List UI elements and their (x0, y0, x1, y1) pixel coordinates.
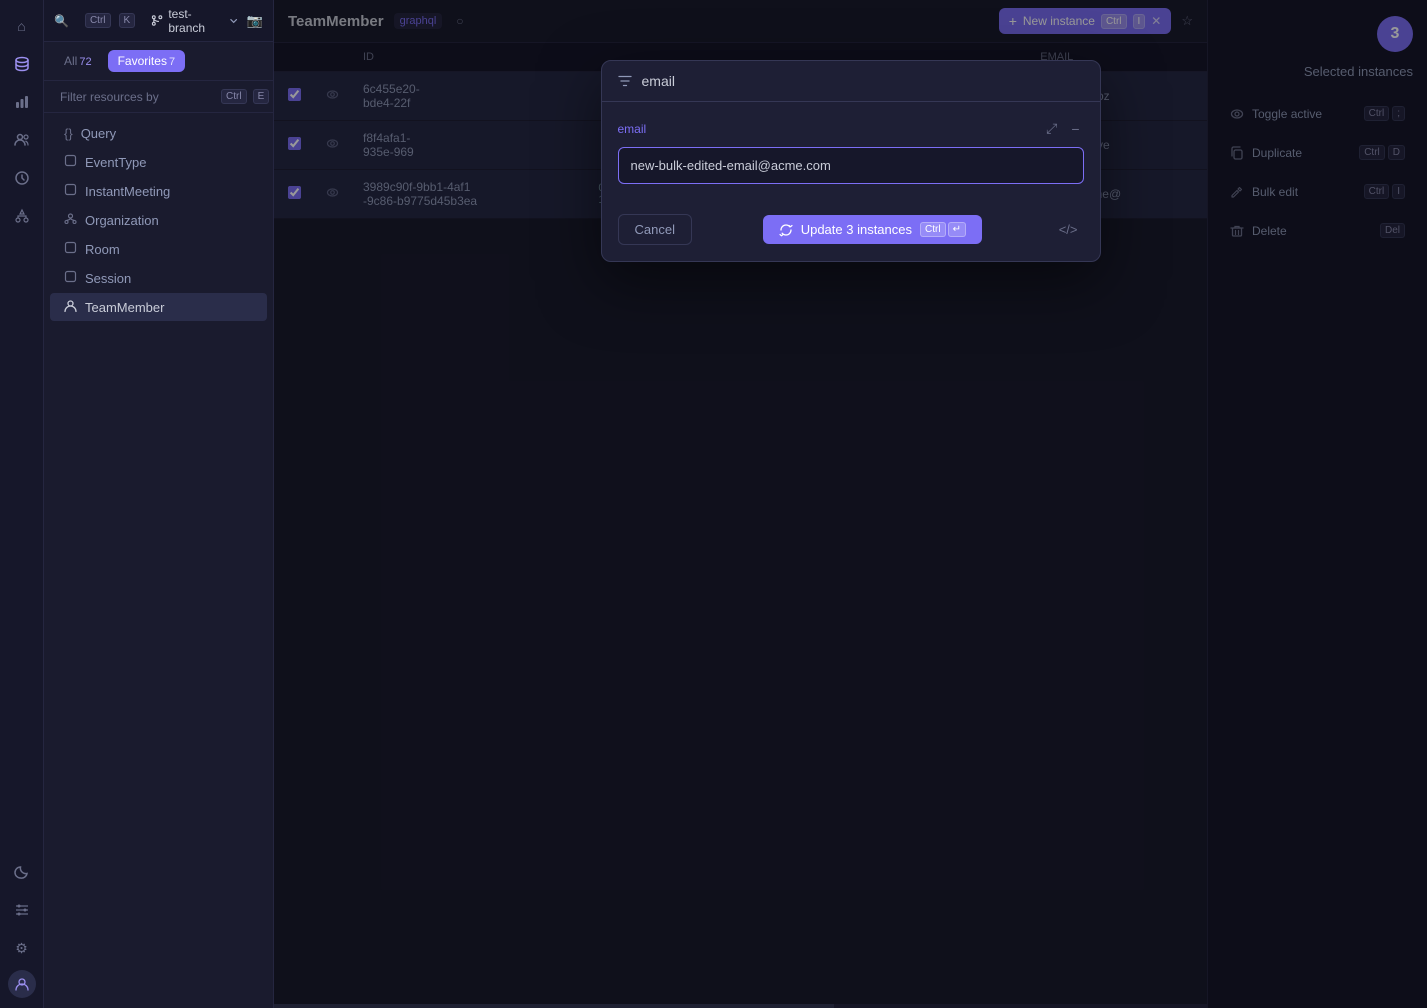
nav-item-instantmeeting[interactable]: InstantMeeting (50, 177, 267, 205)
update-button[interactable]: Update 3 instances Ctrl ↵ (763, 215, 982, 244)
email-field-input[interactable] (618, 147, 1084, 184)
nav-item-label: TeamMember (85, 300, 164, 315)
chevron-down-icon (229, 16, 238, 26)
home-icon[interactable]: ⌂ (6, 10, 38, 42)
modal-footer: Cancel Update 3 instances Ctrl ↵ </> (602, 214, 1100, 261)
git-branch-icon (151, 14, 163, 27)
sidebar-icon-panel: ⌂ (0, 0, 44, 1008)
search-kbd-ctrl: Ctrl (85, 13, 111, 28)
night-mode-icon[interactable] (6, 856, 38, 888)
tab-all[interactable]: All72 (54, 50, 102, 72)
instantmeeting-icon (64, 183, 77, 199)
nav-item-teammember[interactable]: TeamMember (50, 293, 267, 321)
nav-item-query[interactable]: {} Query (50, 120, 267, 147)
update-label: Update 3 instances (801, 222, 912, 237)
user-avatar[interactable] (8, 970, 36, 998)
room-icon (64, 241, 77, 257)
branch-name: test-branch (168, 7, 224, 35)
update-kbd-combo: Ctrl ↵ (920, 222, 966, 237)
settings-icon[interactable]: ⚙ (6, 932, 38, 964)
session-icon (64, 270, 77, 286)
filter-kbd-key: E (253, 89, 270, 104)
nav-item-label: Session (85, 271, 131, 286)
camera-icon[interactable]: 📷 (247, 13, 263, 29)
nav-items: {} Query EventType InstantMeeting (44, 113, 273, 1008)
deploy-icon[interactable] (6, 200, 38, 232)
code-button[interactable]: </> (1053, 216, 1084, 243)
database-icon[interactable] (6, 48, 38, 80)
filter-icon[interactable] (6, 894, 38, 926)
nav-item-label: Room (85, 242, 120, 257)
filter-bar: Ctrl E (44, 81, 273, 113)
expand-button[interactable]: ⤢ (1042, 118, 1061, 139)
nav-item-label: Organization (85, 213, 159, 228)
chart-icon[interactable] (6, 86, 38, 118)
modal-search-input[interactable] (642, 73, 1084, 89)
minus-button[interactable]: − (1067, 118, 1083, 139)
modal-overlay[interactable]: email ⤢ − Cancel Update 3 (274, 0, 1427, 1008)
search-icon-topbar: 🔍 (54, 14, 69, 28)
nav-item-organization[interactable]: Organization (50, 206, 267, 234)
nav-item-eventtype[interactable]: EventType (50, 148, 267, 176)
update-kbd-ctrl: Ctrl (920, 222, 946, 237)
modal-body: email ⤢ − (602, 102, 1100, 214)
main-content: TeamMember graphql ○ + New instance Ctrl… (274, 0, 1427, 1008)
nav-panel: 🔍 @livestorm/api-gateways-graphql Ctrl K… (44, 0, 274, 1008)
nav-item-label: EventType (85, 155, 146, 170)
nav-item-label: Query (81, 126, 116, 141)
eventtype-icon (64, 154, 77, 170)
organization-icon (64, 212, 77, 228)
modal-filter-icon (618, 74, 632, 88)
nav-item-label: InstantMeeting (85, 184, 170, 199)
field-label-text: email (618, 122, 647, 136)
field-actions: ⤢ − (1042, 118, 1083, 139)
nav-item-room[interactable]: Room (50, 235, 267, 263)
filter-input[interactable] (60, 90, 215, 104)
filter-kbd-ctrl: Ctrl (221, 89, 247, 104)
field-label: email ⤢ − (618, 118, 1084, 139)
activity-icon[interactable] (6, 162, 38, 194)
search-kbd-k: K (119, 13, 136, 28)
update-kbd-enter: ↵ (948, 222, 966, 237)
nav-tabs: All72 Favorites7 (44, 42, 273, 81)
bulk-edit-modal: email ⤢ − Cancel Update 3 (601, 60, 1101, 262)
cancel-button[interactable]: Cancel (618, 214, 692, 245)
query-icon: {} (64, 126, 73, 141)
modal-search-bar (602, 61, 1100, 102)
nav-item-session[interactable]: Session (50, 264, 267, 292)
people-icon[interactable] (6, 124, 38, 156)
teammember-icon (64, 299, 77, 315)
tab-favorites[interactable]: Favorites7 (108, 50, 185, 72)
branch-selector[interactable]: test-branch (151, 7, 239, 35)
update-icon (779, 223, 793, 237)
